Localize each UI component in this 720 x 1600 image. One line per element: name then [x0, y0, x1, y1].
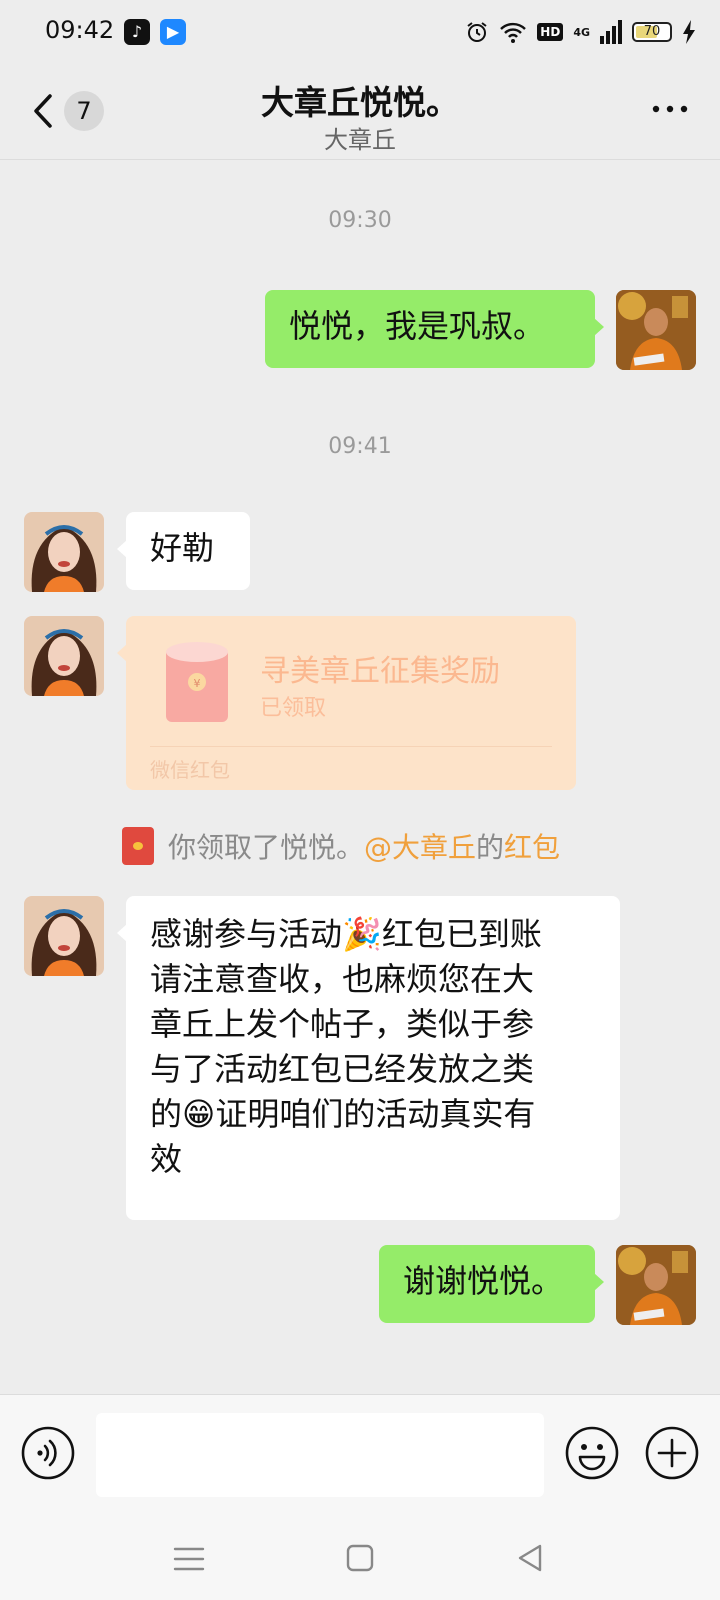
- system-notice-text: 你领取了悦悦。: [168, 831, 365, 864]
- charging-icon: [683, 20, 695, 44]
- outgoing-message[interactable]: 谢谢悦悦。: [379, 1245, 604, 1323]
- message-line: 的😁证明咱们的活动真实有: [150, 1095, 536, 1133]
- divider: [150, 746, 552, 747]
- incoming-message[interactable]: 感谢参与活动🎉红包已到账 请注意查收，也麻烦您在大 章丘上发个帖子，类似于参 与…: [117, 896, 620, 1220]
- message-line: 章丘上发个帖子，类似于参: [150, 1005, 535, 1043]
- chat-input-bar: [0, 1394, 720, 1518]
- red-packet-brand: 微信红包: [150, 758, 230, 782]
- message-line: 效: [150, 1140, 183, 1178]
- status-icons: HD 4G 70: [465, 16, 696, 48]
- message-line: 感谢参与活动🎉红包已到账: [150, 915, 542, 953]
- home-icon[interactable]: [344, 1542, 376, 1574]
- mention-link[interactable]: @大章丘: [364, 826, 476, 866]
- message-line: 与了活动红包已经发放之类: [150, 1050, 535, 1088]
- contact-avatar[interactable]: [24, 896, 104, 976]
- status-time: 09:42: [45, 16, 115, 44]
- red-packet-title: 寻美章丘征集奖励: [260, 654, 500, 689]
- alarm-icon: [467, 22, 487, 42]
- more-options-icon[interactable]: [650, 94, 690, 124]
- tiktok-icon: ♪: [124, 19, 150, 45]
- chat-title: 大章丘悦悦。: [261, 83, 459, 122]
- system-nav-bar: [0, 1518, 720, 1600]
- my-avatar[interactable]: [616, 1245, 696, 1325]
- contact-avatar[interactable]: [24, 512, 104, 592]
- red-packet-status: 已领取: [260, 696, 327, 721]
- red-packet-message[interactable]: ¥ 寻美章丘征集奖励 已领取 微信红包: [117, 616, 576, 790]
- red-packet-small-icon: [122, 827, 154, 865]
- svg-text:¥: ¥: [194, 677, 201, 690]
- chat-header: 7 大章丘悦悦。 大章丘: [0, 64, 720, 160]
- nav-back-icon[interactable]: [514, 1542, 546, 1574]
- recent-apps-icon[interactable]: [172, 1544, 206, 1574]
- battery-icon: 70: [632, 22, 672, 42]
- status-bar: 09:42 ♪ ▶ HD 4G 70: [0, 0, 720, 64]
- message-line: 请注意查收，也麻烦您在大: [150, 960, 535, 998]
- red-packet-link[interactable]: 红包: [504, 826, 560, 866]
- network-type: 4G: [573, 25, 590, 39]
- system-notice-text: 的: [476, 831, 505, 864]
- message-timestamp: 09:41: [328, 434, 392, 459]
- battery-level: 70: [643, 24, 661, 39]
- incoming-message[interactable]: 好勒: [117, 512, 250, 590]
- signal-icon: [600, 20, 622, 44]
- add-more-icon[interactable]: [644, 1425, 700, 1481]
- voice-input-icon[interactable]: [20, 1425, 76, 1481]
- hd-icon: HD: [537, 23, 564, 41]
- system-notice: 你领取了悦悦。 @大章丘 的 红包: [122, 826, 560, 866]
- message-timestamp: 09:30: [328, 208, 392, 233]
- red-packet-icon: ¥: [166, 642, 228, 722]
- app-icon: ▶: [160, 19, 186, 45]
- chat-subtitle: 大章丘: [324, 126, 396, 154]
- outgoing-message[interactable]: 悦悦，我是巩叔。: [265, 290, 604, 368]
- message-input[interactable]: [96, 1413, 544, 1497]
- wifi-icon: [500, 22, 527, 43]
- my-avatar[interactable]: [616, 290, 696, 370]
- contact-avatar[interactable]: [24, 616, 104, 696]
- emoji-icon[interactable]: [564, 1425, 620, 1481]
